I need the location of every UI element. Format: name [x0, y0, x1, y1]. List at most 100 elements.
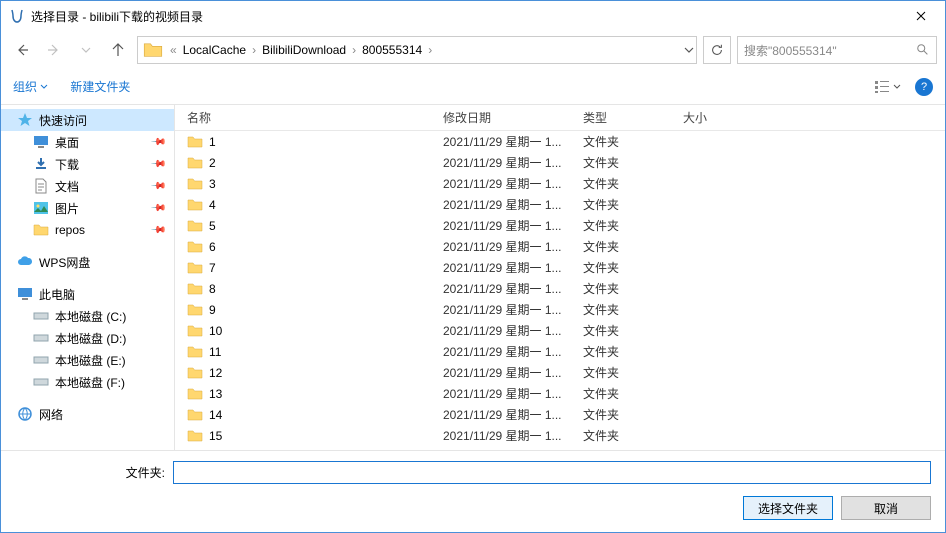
sidebar-item-drive-d[interactable]: 本地磁盘 (D:) [1, 327, 174, 349]
sidebar-item-drive-e[interactable]: 本地磁盘 (E:) [1, 349, 174, 371]
file-date: 2021/11/29 星期一 1... [443, 364, 583, 381]
desktop-icon [33, 134, 49, 150]
sidebar-item-pictures[interactable]: 图片📌 [1, 197, 174, 219]
file-type: 文件夹 [583, 280, 683, 297]
column-type[interactable]: 类型 [583, 109, 683, 126]
select-folder-button[interactable]: 选择文件夹 [743, 496, 833, 520]
file-type: 文件夹 [583, 406, 683, 423]
app-icon [9, 8, 25, 24]
sidebar-item-repos[interactable]: repos📌 [1, 219, 174, 241]
sidebar-item-desktop[interactable]: 桌面📌 [1, 131, 174, 153]
file-name: 3 [209, 177, 216, 191]
file-row[interactable]: 152021/11/29 星期一 1...文件夹 [175, 425, 945, 446]
column-headers: 名称 修改日期 类型 大小 [175, 105, 945, 131]
sidebar-item-quick-access[interactable]: 快速访问 [1, 109, 174, 131]
search-input[interactable]: 搜索"800555314" [737, 36, 937, 64]
file-date: 2021/11/29 星期一 1... [443, 385, 583, 402]
nav-up-button[interactable] [105, 37, 131, 63]
close-button[interactable] [898, 2, 943, 30]
file-row[interactable]: 132021/11/29 星期一 1...文件夹 [175, 383, 945, 404]
folder-icon [187, 197, 203, 213]
view-button[interactable] [874, 80, 901, 94]
sidebar-item-drive-f[interactable]: 本地磁盘 (F:) [1, 371, 174, 393]
folder-name-input[interactable] [173, 461, 931, 484]
sidebar-item-documents[interactable]: 文档📌 [1, 175, 174, 197]
folder-icon [33, 222, 49, 238]
folder-label: 文件夹: [15, 464, 165, 481]
help-button[interactable]: ? [915, 78, 933, 96]
file-name: 2 [209, 156, 216, 170]
file-row[interactable]: 102021/11/29 星期一 1...文件夹 [175, 320, 945, 341]
cancel-button[interactable]: 取消 [841, 496, 931, 520]
file-row[interactable]: 72021/11/29 星期一 1...文件夹 [175, 257, 945, 278]
file-type: 文件夹 [583, 259, 683, 276]
file-row[interactable]: 12021/11/29 星期一 1...文件夹 [175, 131, 945, 152]
file-row[interactable]: 42021/11/29 星期一 1...文件夹 [175, 194, 945, 215]
new-folder-button[interactable]: 新建文件夹 [70, 78, 130, 95]
dropdown-icon [893, 83, 901, 91]
breadcrumb-item[interactable]: LocalCache [181, 43, 248, 57]
file-type: 文件夹 [583, 301, 683, 318]
folder-icon [187, 176, 203, 192]
chevron-down-icon[interactable] [684, 45, 694, 55]
file-name: 5 [209, 219, 216, 233]
file-name: 11 [209, 345, 221, 359]
arrow-up-icon [110, 42, 126, 58]
sidebar-item-drive-c[interactable]: 本地磁盘 (C:) [1, 305, 174, 327]
drive-icon [33, 308, 49, 324]
file-date: 2021/11/29 星期一 1... [443, 280, 583, 297]
sidebar-item-network[interactable]: 网络 [1, 403, 174, 425]
file-row[interactable]: 122021/11/29 星期一 1...文件夹 [175, 362, 945, 383]
dropdown-icon [40, 83, 48, 91]
file-row[interactable]: 32021/11/29 星期一 1...文件夹 [175, 173, 945, 194]
breadcrumb-item[interactable]: 800555314 [360, 43, 424, 57]
folder-icon [187, 323, 203, 339]
file-row[interactable]: 52021/11/29 星期一 1...文件夹 [175, 215, 945, 236]
folder-icon [187, 428, 203, 444]
chevron-right-icon: › [424, 43, 436, 57]
file-row[interactable]: 92021/11/29 星期一 1...文件夹 [175, 299, 945, 320]
navbar: « LocalCache › BilibiliDownload › 800555… [1, 31, 945, 69]
footer: 文件夹: 选择文件夹 取消 [1, 450, 945, 532]
folder-icon [187, 344, 203, 360]
column-date[interactable]: 修改日期 [443, 109, 583, 126]
file-row[interactable]: 22021/11/29 星期一 1...文件夹 [175, 152, 945, 173]
nav-recent-button[interactable] [73, 37, 99, 63]
refresh-icon [710, 43, 724, 57]
pin-icon: 📌 [149, 200, 166, 217]
file-name: 8 [209, 282, 216, 296]
file-row[interactable]: 8 2021/11/29 星期一 1...文件夹 [175, 278, 945, 299]
refresh-button[interactable] [703, 36, 731, 64]
nav-forward-button[interactable] [41, 37, 67, 63]
file-list[interactable]: 12021/11/29 星期一 1...文件夹22021/11/29 星期一 1… [175, 131, 945, 450]
pin-icon: 📌 [149, 222, 166, 239]
file-row[interactable]: 62021/11/29 星期一 1...文件夹 [175, 236, 945, 257]
file-name: 4 [209, 198, 216, 212]
chevron-right-icon: › [348, 43, 360, 57]
file-date: 2021/11/29 星期一 1... [443, 133, 583, 150]
file-date: 2021/11/29 星期一 1... [443, 406, 583, 423]
nav-back-button[interactable] [9, 37, 35, 63]
breadcrumb-item[interactable]: BilibiliDownload [260, 43, 348, 57]
address-bar[interactable]: « LocalCache › BilibiliDownload › 800555… [137, 36, 697, 64]
column-size[interactable]: 大小 [683, 109, 945, 126]
sidebar-item-downloads[interactable]: 下载📌 [1, 153, 174, 175]
window-title: 选择目录 - bilibili下载的视频目录 [31, 8, 898, 25]
file-name: 13 [209, 387, 222, 401]
network-icon [17, 406, 33, 422]
file-row[interactable]: 142021/11/29 星期一 1...文件夹 [175, 404, 945, 425]
file-date: 2021/11/29 星期一 1... [443, 343, 583, 360]
document-icon [33, 178, 49, 194]
download-icon [33, 156, 49, 172]
pin-icon: 📌 [149, 156, 166, 173]
file-type: 文件夹 [583, 322, 683, 339]
sidebar-item-wps[interactable]: WPS网盘 [1, 251, 174, 273]
search-placeholder: 搜索"800555314" [744, 42, 916, 59]
organize-button[interactable]: 组织 [13, 78, 48, 95]
file-name: 1 [209, 135, 216, 149]
file-type: 文件夹 [583, 238, 683, 255]
column-name[interactable]: 名称 [187, 109, 443, 126]
file-date: 2021/11/29 星期一 1... [443, 154, 583, 171]
sidebar-item-thispc[interactable]: 此电脑 [1, 283, 174, 305]
file-row[interactable]: 112021/11/29 星期一 1...文件夹 [175, 341, 945, 362]
